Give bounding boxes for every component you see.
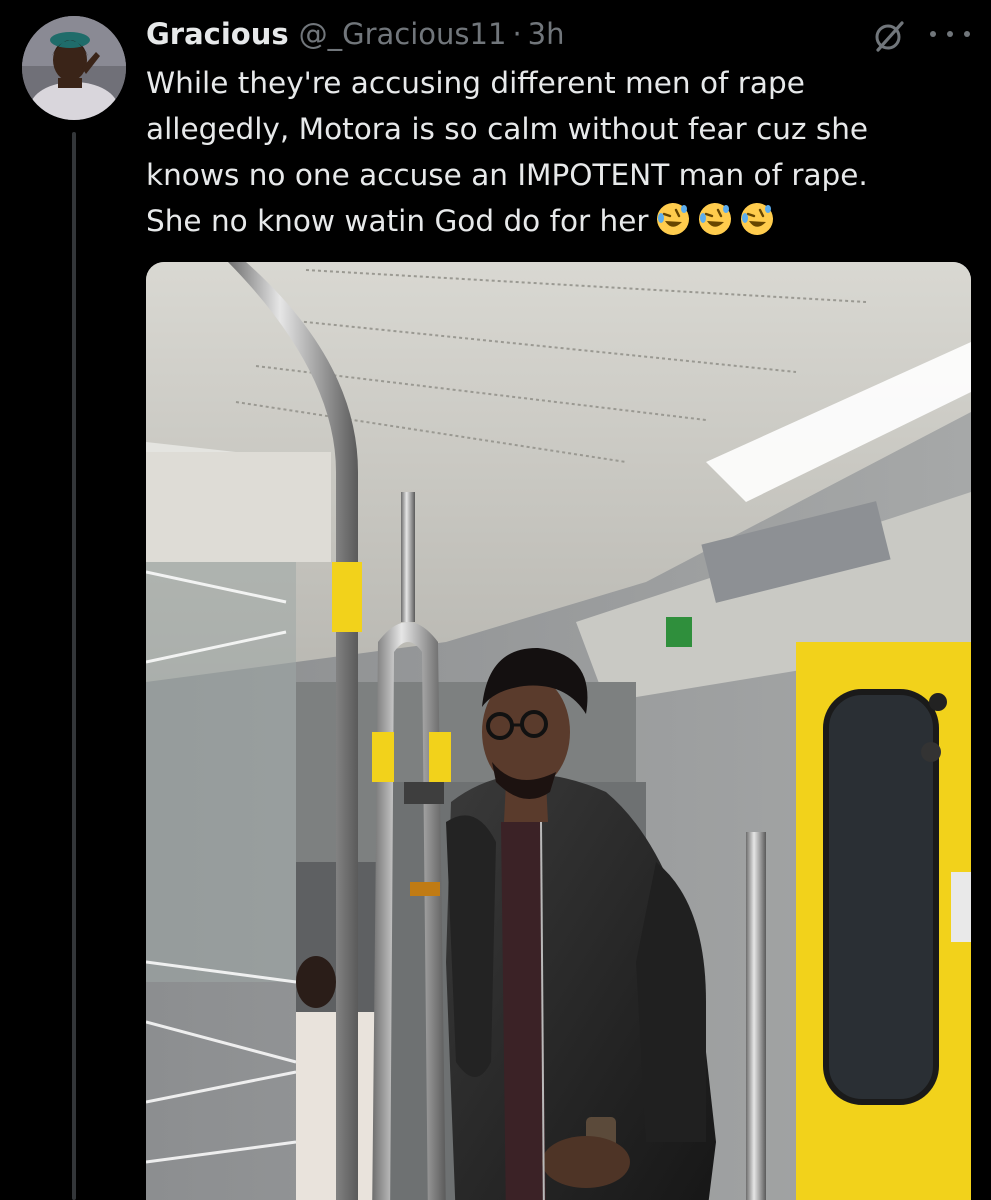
more-dot <box>947 31 953 37</box>
tweet-text-line: knows no one accuse an IMPOTENT man of r… <box>146 158 868 192</box>
laughing-emoji-icon <box>740 203 773 235</box>
avatar[interactable] <box>22 16 126 120</box>
laughing-emoji-icon <box>698 203 731 235</box>
tweet-photo[interactable] <box>146 262 971 1200</box>
tweet-text-line: allegedly, Motora is so calm without fea… <box>146 112 869 146</box>
laughing-emoji-icon <box>656 203 689 235</box>
tweet-text-line-content: She no know watin God do for her <box>146 204 649 238</box>
more-dot <box>930 31 936 37</box>
more-dot <box>964 31 970 37</box>
display-name[interactable]: Gracious <box>146 17 289 51</box>
handle[interactable]: @_Gracious11 <box>299 17 507 51</box>
thread-line <box>72 132 76 1200</box>
timestamp[interactable]: 3h <box>528 17 565 51</box>
separator: · <box>512 17 522 51</box>
tweet-header: Gracious @_Gracious11 · 3h <box>146 12 565 56</box>
more-icon[interactable] <box>930 20 970 48</box>
tweet-text-line-last: She no know watin God do for her <box>146 198 966 244</box>
tweet-text-line: While they're accusing different men of … <box>146 66 805 100</box>
tweet-text: While they're accusing different men of … <box>146 60 966 244</box>
grok-icon[interactable] <box>872 18 908 54</box>
